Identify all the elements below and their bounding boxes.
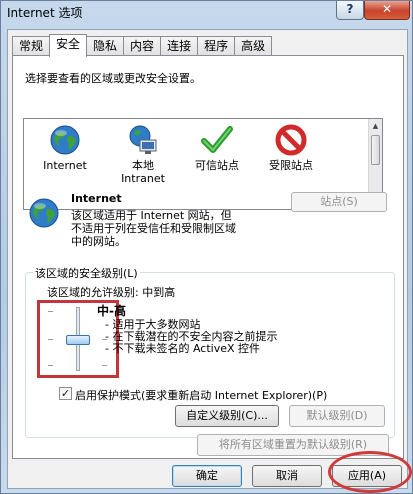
tab-programs[interactable]: 程序: [197, 36, 236, 56]
selected-zone-globe-icon: [29, 198, 59, 228]
protected-mode-label: 启用保护模式(要求重新启动 Internet Explorer)(P): [75, 389, 328, 402]
tab-strip: 常规 安全 隐私 内容 连接 程序 高级: [12, 34, 273, 57]
tab-advanced[interactable]: 高级: [234, 36, 273, 56]
tab-general[interactable]: 常规: [12, 36, 51, 56]
globe-icon: [50, 125, 80, 155]
description-line: 该区域适用于 Internet 网站，但: [71, 209, 232, 222]
help-button[interactable]: ?: [336, 1, 364, 20]
intranet-icon: [129, 125, 157, 154]
zone-restricted-label: 受限站点: [269, 159, 313, 172]
allowed-levels-text: 该区域的允许级别: 中到高: [47, 286, 176, 299]
security-level-bullets: - 适用于大多数网站 - 在下载潜在的不安全内容之前提示 - 不下载未签名的 A…: [105, 319, 277, 355]
ok-button[interactable]: 确定: [172, 465, 242, 487]
slider-tick: [48, 365, 53, 366]
scroll-up-arrow-icon[interactable]: ▲: [369, 119, 382, 133]
zone-intranet[interactable]: 本地 Intranet: [110, 123, 176, 185]
check-icon: [201, 126, 233, 153]
tab-content[interactable]: 内容: [123, 36, 162, 56]
security-level-name: 中-高: [97, 304, 126, 318]
tab-connections[interactable]: 连接: [160, 36, 199, 56]
slider-thumb[interactable]: [66, 335, 90, 345]
annotation-circle: [328, 451, 412, 493]
description-line: 中的网站。: [71, 235, 126, 248]
restricted-icon: [275, 124, 307, 156]
selected-zone-name: Internet: [71, 192, 122, 205]
slider-tick: [48, 311, 53, 312]
zone-trusted[interactable]: 可信站点: [184, 123, 250, 172]
zone-instruction: 选择要查看的区域或更改安全设置。: [25, 72, 201, 85]
selected-zone-description: 该区域适用于 Internet 网站，但 不适用于列在受信任和受限制区域 中的网…: [71, 209, 236, 248]
security-level-group-title: 该区域的安全级别(L): [33, 265, 140, 281]
sites-button[interactable]: 站点(S): [291, 192, 387, 212]
zone-internet-label: Internet: [43, 159, 87, 172]
zone-internet[interactable]: Internet: [32, 123, 98, 172]
zone-intranet-label: 本地 Intranet: [121, 159, 165, 185]
tab-security[interactable]: 安全: [49, 34, 88, 57]
custom-level-button[interactable]: 自定义级别(C)...: [175, 405, 279, 427]
zone-trusted-label: 可信站点: [195, 159, 239, 172]
security-panel: 选择要查看的区域或更改安全设置。 Internet 本地 Intranet 可信…: [12, 55, 404, 459]
description-line: 不适用于列在受信任和受限制区域: [71, 222, 236, 235]
title-bar[interactable]: Internet 选项 ? ✕: [1, 1, 412, 23]
protected-mode-checkbox[interactable]: ✓: [59, 387, 72, 400]
slider-tick: [48, 339, 53, 340]
level-bullet: - 不下载未签名的 ActiveX 控件: [105, 342, 261, 355]
close-button[interactable]: ✕: [364, 1, 410, 20]
internet-options-dialog: Internet 选项 ? ✕ 常规 安全 隐私 内容 连接 程序 高级 选择要…: [0, 0, 413, 494]
window-title: Internet 选项: [7, 6, 83, 20]
cancel-button[interactable]: 取消: [252, 465, 322, 487]
dialog-client: 常规 安全 隐私 内容 连接 程序 高级 选择要查看的区域或更改安全设置。 In…: [7, 29, 408, 489]
tab-privacy[interactable]: 隐私: [86, 36, 125, 56]
scroll-thumb[interactable]: [371, 135, 380, 165]
default-level-button[interactable]: 默认级别(D): [289, 405, 385, 427]
slider-tick: [102, 365, 107, 366]
zone-restricted[interactable]: 受限站点: [258, 123, 324, 172]
